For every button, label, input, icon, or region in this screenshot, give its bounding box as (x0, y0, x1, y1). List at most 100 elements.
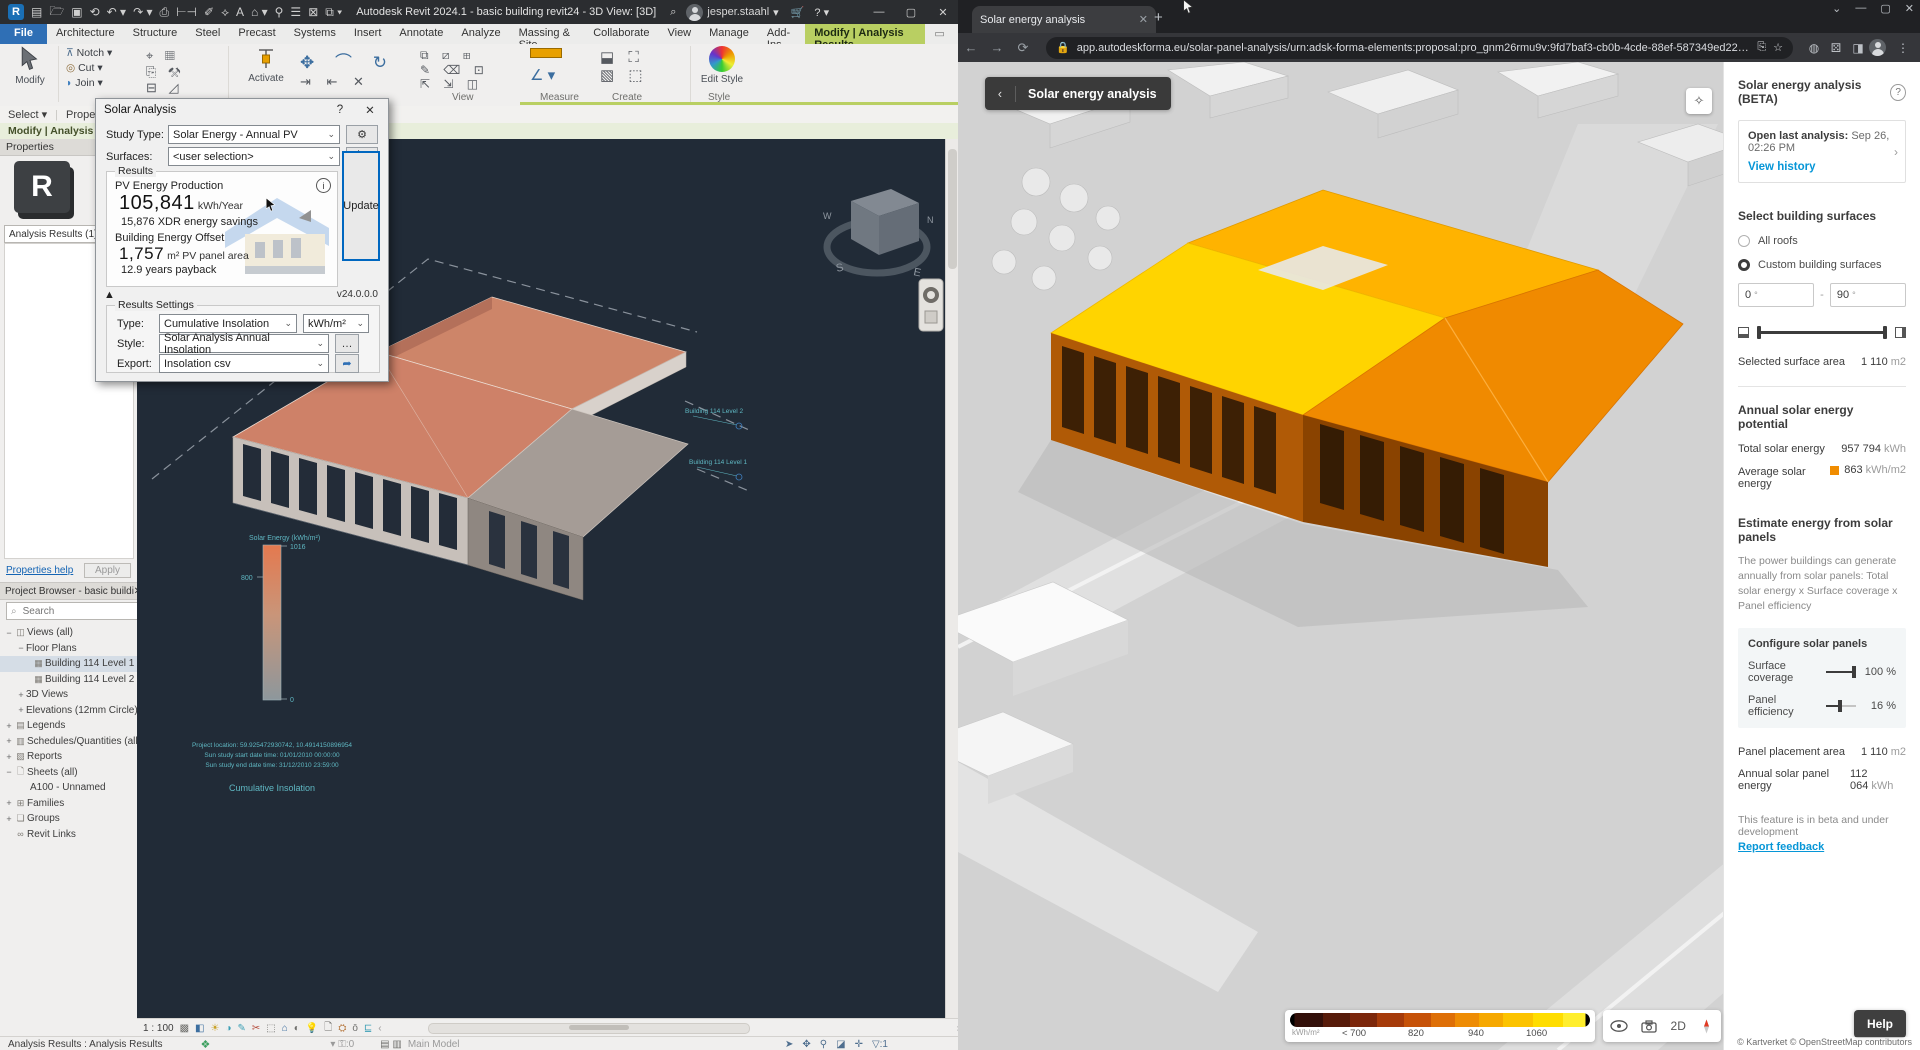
tab-insert[interactable]: Insert (345, 24, 391, 44)
analytical-model-icon[interactable]: ō (352, 1023, 358, 1034)
close-button[interactable]: ✕ (1905, 2, 1914, 15)
tab-structure[interactable]: Structure (124, 24, 187, 44)
scroll-left-icon[interactable]: ‹ (378, 1023, 381, 1034)
export-dropdown[interactable]: Insolation csv⌄ (159, 354, 329, 373)
browser-tab[interactable]: Solar energy analysis ✕ (972, 6, 1156, 33)
extension-icon[interactable]: ◍ (1803, 41, 1825, 55)
design-options-icon[interactable]: ▤ ▥ (380, 1039, 402, 1050)
efficiency-slider[interactable] (1826, 705, 1856, 707)
move-rotate-tools[interactable]: ✥ ⌒ ↻ (300, 48, 395, 73)
align-tools[interactable]: ⇥ ⇤ ✕ (300, 74, 370, 90)
visual-style-icon[interactable]: ◧ (195, 1023, 204, 1034)
constraints-icon[interactable]: ⊑ (364, 1023, 372, 1034)
surfaces-dropdown[interactable]: <user selection>⌄ (168, 147, 340, 166)
settings-gear-button[interactable]: ⚙ (346, 125, 378, 144)
angle-min-input[interactable]: 0 ° (1738, 283, 1814, 307)
expander-icon[interactable]: + (4, 814, 14, 824)
editing-requests[interactable]: ▾ ⚿:0 (330, 1039, 354, 1050)
menu-kebab-icon[interactable]: ⋮ (1892, 41, 1914, 55)
slider-handle-min[interactable] (1757, 326, 1761, 339)
tab-modify-analysis-results[interactable]: Modify | Analysis Results (805, 24, 925, 44)
back-chevron-icon[interactable]: ‹ (985, 87, 1015, 101)
minimize-button[interactable]: — (864, 1, 894, 23)
coverage-handle[interactable] (1852, 666, 1856, 678)
tree-item-3d-views[interactable]: + 3D Views (0, 687, 137, 703)
view-history-link[interactable]: View history (1748, 161, 1896, 173)
aligned-dim-icon[interactable]: ✐ (204, 5, 214, 19)
modify-tools-icons[interactable]: ⌖ ▦⎘ ⚒⊟ ◿ (146, 48, 185, 96)
export-run-button[interactable]: ➦ (335, 354, 359, 373)
mode-2d-button[interactable]: 2D (1671, 1019, 1686, 1033)
tab-architecture[interactable]: Architecture (47, 24, 124, 44)
camera-icon[interactable] (1641, 1020, 1657, 1033)
select-links-icon[interactable]: ➤ (785, 1039, 793, 1050)
tab-close-icon[interactable]: ✕ (1139, 13, 1148, 26)
detail-level-icon[interactable]: ▩ (180, 1023, 189, 1034)
forward-icon[interactable]: → (984, 40, 1010, 55)
help-button[interactable]: Help (1854, 1010, 1906, 1038)
tree-item-floor-plans[interactable]: − Floor Plans (0, 641, 137, 657)
tree-item-legends[interactable]: + ▤ Legends (0, 718, 137, 734)
dialog-help-icon[interactable]: ? (330, 104, 350, 116)
tag-icon[interactable]: ⟡ (221, 5, 229, 20)
edit-style-button[interactable]: Edit Style (700, 46, 744, 85)
tab-precast[interactable]: Precast (229, 24, 284, 44)
radio-custom-surfaces[interactable]: Custom building surfaces (1738, 259, 1906, 271)
coverage-slider[interactable] (1826, 671, 1856, 673)
side-panel-icon[interactable]: ◨ (1847, 41, 1869, 55)
last-analysis-card[interactable]: Open last analysis: Sep 26, 02:26 PM Vie… (1738, 120, 1906, 183)
tree-item-schedules[interactable]: + ▥ Schedules/Quantities (all) (0, 734, 137, 750)
3dview-icon[interactable]: ⌂ ▾ (251, 5, 268, 19)
search-icon[interactable]: ⌕ (670, 6, 676, 19)
tab-add-ins[interactable]: Add-Ins (758, 24, 805, 44)
collapse-settings-icon[interactable]: ▲ (104, 289, 115, 301)
tree-item-a100[interactable]: A100 - Unnamed (0, 780, 137, 796)
modify-tool[interactable]: Modify (10, 46, 50, 86)
unit-dropdown[interactable]: kWh/m²⌄ (303, 314, 369, 333)
redo-icon[interactable]: ↷ ▾ (133, 5, 152, 19)
tab-file[interactable]: File (0, 24, 47, 44)
select-by-face-icon[interactable]: ◪ (836, 1039, 845, 1050)
measure-icon[interactable]: ⊢⊣ (176, 5, 197, 19)
select-pinned-icon[interactable]: ⚲ (820, 1039, 827, 1050)
tree-item-views[interactable]: − ◫ Views (all) (0, 625, 137, 641)
slider-handle-max[interactable] (1883, 326, 1887, 339)
select-underlay-icon[interactable]: ✥ (802, 1039, 810, 1050)
info-icon[interactable]: i (316, 178, 331, 193)
temporary-view-icon[interactable]: ⛭ (338, 1023, 346, 1034)
ribbon-state-icon[interactable]: ▭ ▾ (925, 24, 958, 44)
select-dropdown[interactable]: Select ▾ (8, 108, 47, 121)
tab-collaborate[interactable]: Collaborate (584, 24, 658, 44)
maximize-button[interactable]: ▢ (896, 1, 926, 23)
angle-range-slider[interactable] (1738, 327, 1906, 338)
worksharing-display-icon[interactable]: 🗋 (324, 1020, 332, 1037)
thin-lines-icon[interactable]: ☰ (290, 5, 301, 19)
compass-icon[interactable] (1699, 1019, 1714, 1034)
panel-label-view[interactable]: View (452, 92, 474, 103)
switch-windows-icon[interactable]: ⧉ ▾ (325, 5, 342, 20)
tab-steel[interactable]: Steel (186, 24, 229, 44)
tree-item-building114-level2[interactable]: ▦ Building 114 Level 2 (0, 672, 137, 688)
tab-manage[interactable]: Manage (700, 24, 758, 44)
app-store-icon[interactable]: 🛒 (791, 6, 805, 19)
join-tool[interactable]: ◗ Join ▾ (66, 77, 112, 89)
angle-max-input[interactable]: 90 ° (1830, 283, 1906, 307)
tab-massing-site[interactable]: Massing & Site (510, 24, 585, 44)
share-icon[interactable]: ⎘ (1757, 41, 1766, 54)
bookmark-star-icon[interactable]: ☆ (1773, 41, 1783, 54)
expander-icon[interactable]: + (4, 798, 14, 808)
tab-annotate[interactable]: Annotate (390, 24, 452, 44)
activate-tool[interactable]: Activate (243, 46, 289, 84)
dialog-titlebar[interactable]: Solar Analysis ? ✕ (96, 99, 388, 121)
legend-gradient[interactable] (1290, 1013, 1590, 1027)
project-browser-header[interactable]: Project Browser - basic building revi...… (0, 582, 147, 600)
filter-icon[interactable]: ▽:1 (872, 1039, 888, 1050)
sun-path-icon[interactable]: ☀ (211, 1023, 220, 1034)
type-dropdown[interactable]: Cumulative Insolation⌄ (159, 314, 297, 333)
shadows-icon[interactable]: ◑ (225, 1023, 231, 1034)
active-design-option[interactable]: Main Model (408, 1039, 460, 1050)
measure-group[interactable]: ∠ ▾ (530, 48, 562, 84)
tree-item-groups[interactable]: + ❏ Groups (0, 811, 137, 827)
expander-icon[interactable]: + (4, 752, 14, 762)
properties-help-link[interactable]: Properties help (6, 565, 73, 576)
